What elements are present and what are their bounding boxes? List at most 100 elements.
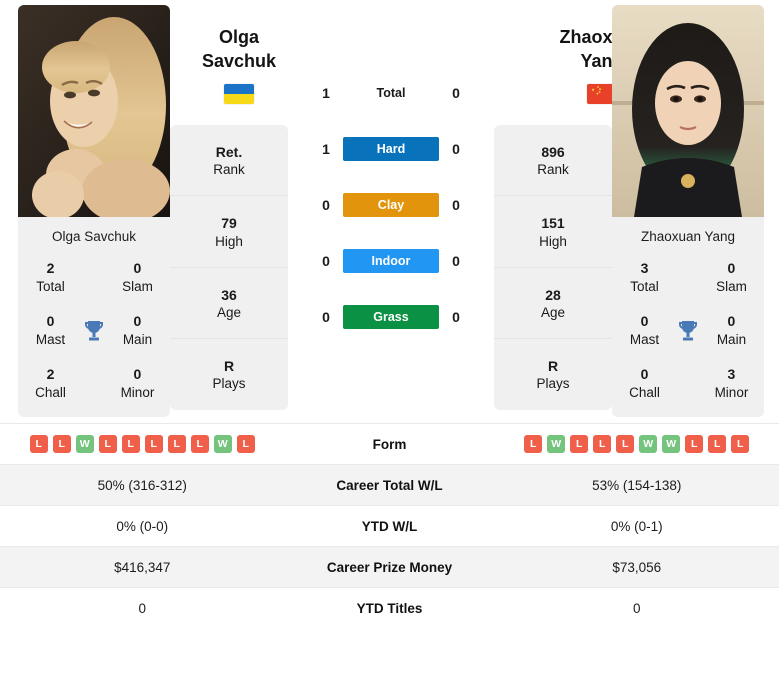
right-form-badges: LWLLLWWLLL (495, 435, 779, 454)
form-badge-loss: L (29, 435, 48, 454)
right-career-prize-money: $73,056 (612, 559, 662, 575)
titles-row: 3 Total 0 Slam (620, 260, 756, 295)
h2h-right-score: 0 (452, 141, 460, 157)
value: 0 (640, 313, 649, 330)
row-label-ytd-titles: YTD Titles (356, 600, 423, 616)
h2h-label-clay[interactable]: Clay (343, 193, 439, 217)
left-trophy-slot (75, 318, 113, 344)
form-badge-loss: L (52, 435, 71, 454)
form-badge-loss: L (593, 435, 612, 454)
table-row-career-total-wl: 50% (316-312) Career Total W/L 53% (154-… (0, 464, 779, 506)
titles-row: 0 Mast 0 Main (26, 313, 162, 348)
h2h-label-indoor[interactable]: Indoor (343, 249, 439, 273)
right-player-card: Zhaoxuan Yang 3 Total 0 Slam 0 Mast 0 Ma… (612, 217, 764, 418)
titles-row: 2 Total 0 Slam (26, 260, 162, 295)
left-titles-mast: 0 Mast (26, 313, 75, 348)
label: Age (540, 305, 566, 320)
table-row-career-prize-money: $416,347 Career Prize Money $73,056 (0, 546, 779, 588)
right-titles-main: 0 Main (707, 313, 756, 348)
h2h-right-score: 0 (452, 309, 460, 325)
left-player-card-name: Olga Savchuk (51, 229, 137, 244)
right-player-photo (612, 5, 764, 217)
table-row-form: LLWLLLLLWL Form LWLLLWWLLL (0, 423, 779, 465)
form-badge-loss: L (98, 435, 117, 454)
value: 0 (727, 313, 736, 330)
right-ytd-wl: 0% (0-1) (610, 518, 663, 534)
value: 2 (46, 366, 55, 383)
right-stat-plays: R Plays (494, 339, 612, 409)
titles-row: 0 Mast 0 Main (620, 313, 756, 348)
right-stats-card: 896 Rank 151 High 28 Age R Plays (494, 125, 612, 410)
value: Ret. (215, 144, 243, 160)
right-career-total-wl: 53% (154-138) (592, 477, 682, 493)
label: Minor (120, 384, 155, 400)
left-titles-minor: 0 Minor (113, 366, 162, 401)
left-stat-high: 79 High (170, 196, 288, 268)
left-titles-chall: 2 Chall (26, 366, 75, 401)
form-badge-loss: L (190, 435, 209, 454)
left-player-column: Olga Savchuk 2 Total 0 Slam 0 Mast 0 Mai… (18, 5, 170, 418)
left-stat-plays: R Plays (170, 339, 288, 409)
label: Mast (629, 331, 660, 347)
value: 0 (46, 313, 55, 330)
label: Main (122, 331, 153, 347)
label: Rank (213, 162, 245, 178)
right-titles-minor: 3 Minor (707, 366, 756, 401)
h2h-comparison-page: Olga Savchuk Zhaoxuan Yang Olga Savchuk … (0, 0, 779, 699)
h2h-row-grass: 0 Grass 0 (294, 289, 488, 345)
h2h-right-score: 0 (452, 85, 460, 101)
label: Plays (536, 376, 570, 392)
form-badge-loss: L (144, 435, 163, 454)
form-badge-loss: L (708, 435, 727, 454)
form-badge-loss: L (236, 435, 255, 454)
label: Minor (714, 384, 749, 400)
right-stat-rank: 896 Rank (494, 125, 612, 197)
label: Total (36, 278, 65, 294)
h2h-label-hard[interactable]: Hard (343, 137, 439, 161)
h2h-left-score: 1 (322, 85, 330, 101)
right-ytd-titles: 0 (632, 600, 641, 616)
right-player-column: Zhaoxuan Yang 3 Total 0 Slam 0 Mast 0 Ma… (612, 5, 764, 418)
titles-row: 0 Chall 3 Minor (620, 366, 756, 401)
h2h-right-score: 0 (452, 197, 460, 213)
left-stats-card: Ret. Rank 79 High 36 Age R Plays (170, 125, 288, 410)
value: R (547, 358, 559, 375)
left-titles-slam: 0 Slam (113, 260, 162, 295)
left-titles-total: 2 Total (26, 260, 75, 295)
left-ytd-wl: 0% (0-0) (116, 518, 169, 534)
left-career-prize-money: $416,347 (114, 559, 171, 575)
h2h-label-grass[interactable]: Grass (343, 305, 439, 329)
value: 79 (221, 215, 237, 232)
left-stat-rank: Ret. Rank (170, 125, 288, 197)
form-badge-loss: L (121, 435, 140, 454)
form-badge-win: W (75, 435, 94, 454)
form-badge-win: W (639, 435, 658, 454)
value: 0 (133, 366, 142, 383)
label: Chall (629, 384, 660, 400)
label: Main (716, 331, 747, 347)
left-career-total-wl: 50% (316-312) (97, 477, 187, 493)
value: 2 (46, 260, 55, 276)
left-titles-grid: 2 Total 0 Slam 0 Mast 0 Main 2 Chall 0 M… (26, 260, 162, 401)
h2h-label-total: Total (376, 86, 406, 100)
form-badge-win: W (213, 435, 232, 454)
row-label-ytd-wl: YTD W/L (361, 518, 418, 534)
label: Mast (35, 331, 66, 347)
form-badge-loss: L (570, 435, 589, 454)
right-trophy-slot (669, 318, 707, 344)
h2h-center-column: 1 Total 0 1 Hard 0 0 Clay 0 0 Indoor 0 0 (288, 65, 494, 345)
h2h-row-hard: 1 Hard 0 (294, 121, 488, 177)
right-titles-slam: 0 Slam (707, 260, 756, 295)
table-row-ytd-titles: 0 YTD Titles 0 (0, 587, 779, 629)
h2h-row-indoor: 0 Indoor 0 (294, 233, 488, 289)
row-label-career-prize-money: Career Prize Money (326, 559, 453, 575)
row-label-career-total-wl: Career Total W/L (336, 477, 443, 493)
label: Slam (122, 278, 153, 294)
table-row-ytd-wl: 0% (0-0) YTD W/L 0% (0-1) (0, 505, 779, 547)
value: 36 (221, 286, 237, 303)
label: High (539, 233, 567, 249)
value: 3 (640, 260, 649, 276)
h2h-left-score: 0 (322, 197, 330, 213)
form-badge-loss: L (167, 435, 186, 454)
right-stat-high: 151 High (494, 196, 612, 268)
